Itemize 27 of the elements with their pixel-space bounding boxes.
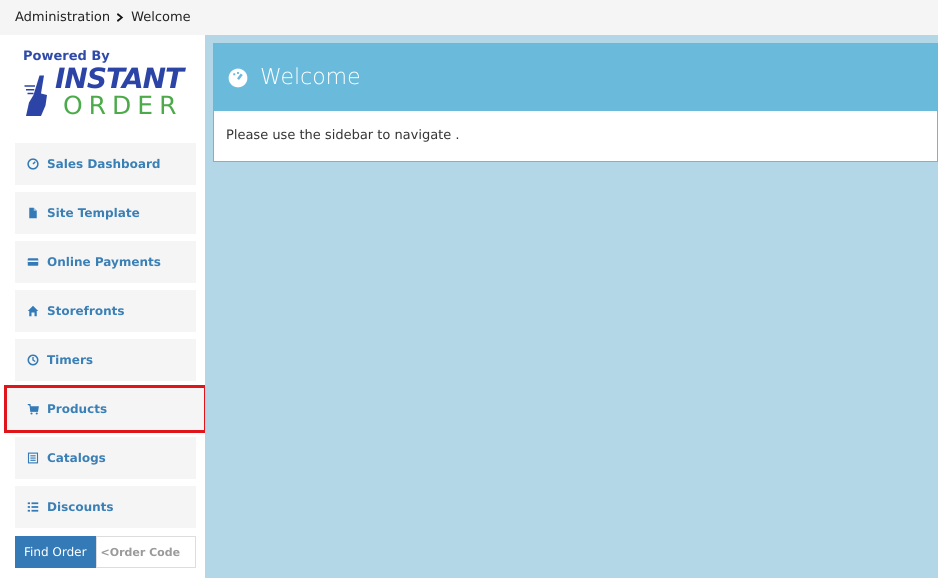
- breadcrumb-link[interactable]: Administration: [15, 8, 110, 28]
- order-code-field[interactable]: <Order Code: [96, 536, 196, 568]
- sidebar-item[interactable]: Storefronts: [15, 290, 196, 332]
- list-icon: [27, 501, 39, 513]
- logo-wordmark: INSTANT: [55, 65, 184, 93]
- chevron-icon: [116, 12, 126, 23]
- logo-tagline: Powered By: [23, 49, 110, 65]
- credit-card-icon: [27, 256, 39, 268]
- gauge-icon: [228, 68, 248, 88]
- clock-icon: [27, 354, 39, 366]
- document-icon: [27, 452, 39, 464]
- logo-wordmark: ORDER: [62, 93, 182, 119]
- sidebar-item[interactable]: Timers: [15, 339, 196, 381]
- sidebar-item[interactable]: Discounts: [15, 486, 196, 528]
- sidebar-item[interactable]: Site Template: [15, 192, 196, 234]
- breadcrumb-current: Welcome: [131, 8, 191, 27]
- find-order-button[interactable]: Find Order: [15, 536, 96, 568]
- home-icon: [27, 305, 39, 317]
- cart-icon: [27, 403, 39, 415]
- sidebar-item[interactable]: Online Payments: [15, 241, 196, 283]
- panel-message: Please use the sidebar to navigate .: [226, 127, 460, 146]
- sidebar-item[interactable]: Catalogs: [15, 437, 196, 479]
- sidebar-item[interactable]: Products: [7, 388, 204, 430]
- gauge-icon: [27, 158, 39, 170]
- file-icon: [27, 207, 39, 219]
- sidebar-item[interactable]: Sales Dashboard: [15, 143, 196, 185]
- panel-title: Welcome: [260, 64, 361, 92]
